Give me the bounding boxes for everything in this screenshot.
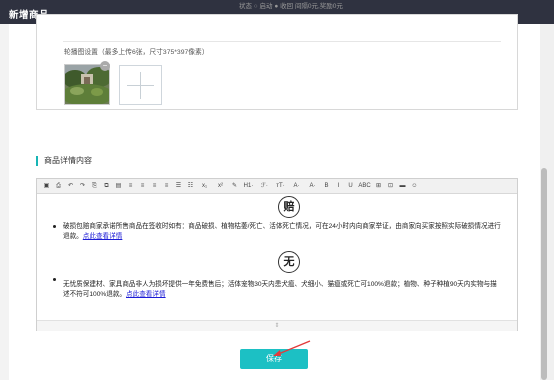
- toolbar-button[interactable]: ≡: [138, 182, 147, 190]
- plant-photo: [65, 65, 109, 104]
- bullet: [53, 225, 56, 228]
- toolbar-button[interactable]: ⎙: [54, 182, 63, 190]
- toolbar-button[interactable]: A·: [306, 182, 319, 190]
- toolbar-button[interactable]: x²: [214, 182, 227, 190]
- toolbar-button[interactable]: ▬: [398, 182, 407, 190]
- toolbar-button[interactable]: ▣: [42, 182, 51, 190]
- toolbar-button[interactable]: H1·: [242, 182, 255, 190]
- toolbar-button[interactable]: I: [334, 182, 343, 190]
- toolbar-button[interactable]: ᴛT·: [274, 182, 287, 190]
- toolbar-button[interactable]: ▤: [114, 182, 123, 190]
- editor-toolbar: ▣ ⎙ ↶ ↷ ⎘ ⧉ ▤ ≡ ≡ ≡ ≡ ☰ ☷ x₁ x² ✎ H1· ℱ· ᴛT· A· A· B I U ABC ⊞ ⊡ ▬ ☺: [37, 179, 517, 194]
- toolbar-button[interactable]: ⊡: [386, 182, 395, 190]
- toolbar-button[interactable]: ABC: [358, 182, 371, 190]
- delete-image-button[interactable]: −: [100, 61, 110, 71]
- toolbar-button[interactable]: ℱ·: [258, 182, 271, 190]
- add-image-button[interactable]: [119, 65, 162, 105]
- toolbar-button[interactable]: ↶: [66, 182, 75, 190]
- divider: [63, 41, 501, 42]
- pointer-arrow-annotation: [273, 340, 311, 356]
- toolbar-button[interactable]: ☰: [174, 182, 183, 190]
- toolbar-button[interactable]: U: [346, 182, 355, 190]
- toolbar-button[interactable]: ☺: [410, 182, 419, 190]
- rich-text-editor[interactable]: ▣ ⎙ ↶ ↷ ⎘ ⧉ ▤ ≡ ≡ ≡ ≡ ☰ ☷ x₁ x² ✎ H1· ℱ· ᴛT· A· A· B I U ABC ⊞ ⊡ ▬ ☺…: [36, 178, 518, 331]
- detail-link-1[interactable]: 点此查看详情: [83, 233, 123, 240]
- status-row-partial: 状态 ○ 启动 ● 收回 间隔0元,奖励0元: [239, 3, 343, 10]
- worry-free-badge-icon: 无: [278, 251, 300, 273]
- toolbar-button[interactable]: ≡: [126, 182, 135, 190]
- toolbar-button[interactable]: ⧉: [102, 182, 111, 190]
- guarantee-paragraph-2: 无忧质保建材、家具商品非人为损坏提供一年免费售后；活体宠物30天内患犬瘟、犬细小…: [63, 280, 503, 300]
- toolbar-button[interactable]: ☷: [186, 182, 195, 190]
- guarantee-paragraph-1: 破损包赔商家承诺所售商品在签收时如有：商品破损、植物枯萎/死亡、活体死亡情况，可…: [63, 222, 503, 242]
- carousel-image-label: 轮播图设置（最多上传6张，尺寸375*397像素）: [64, 49, 209, 56]
- toolbar-button[interactable]: A·: [290, 182, 303, 190]
- toolbar-button[interactable]: B: [322, 182, 331, 190]
- toolbar-button[interactable]: ↷: [78, 182, 87, 190]
- bullet: [53, 278, 56, 281]
- scrollbar-thumb[interactable]: [541, 168, 547, 380]
- toolbar-button[interactable]: x₁: [198, 182, 211, 190]
- editor-resize-handle[interactable]: ⇕: [37, 320, 517, 331]
- compensation-badge-icon: 赔: [278, 196, 300, 218]
- toolbar-button[interactable]: ⎘: [90, 182, 99, 190]
- section-title: 商品详情内容: [36, 156, 92, 166]
- toolbar-button[interactable]: ⊞: [374, 182, 383, 190]
- editor-content[interactable]: 赔 破损包赔商家承诺所售商品在签收时如有：商品破损、植物枯萎/死亡、活体死亡情况…: [37, 194, 517, 320]
- toolbar-button[interactable]: ≡: [150, 182, 159, 190]
- toolbar-button[interactable]: ≡: [162, 182, 171, 190]
- detail-link-2[interactable]: 点此查看详情: [126, 291, 166, 298]
- guarantee-text-1: 破损包赔商家承诺所售商品在签收时如有：商品破损、植物枯萎/死亡、活体死亡情况，可…: [63, 223, 501, 240]
- toolbar-button[interactable]: ✎: [230, 182, 239, 190]
